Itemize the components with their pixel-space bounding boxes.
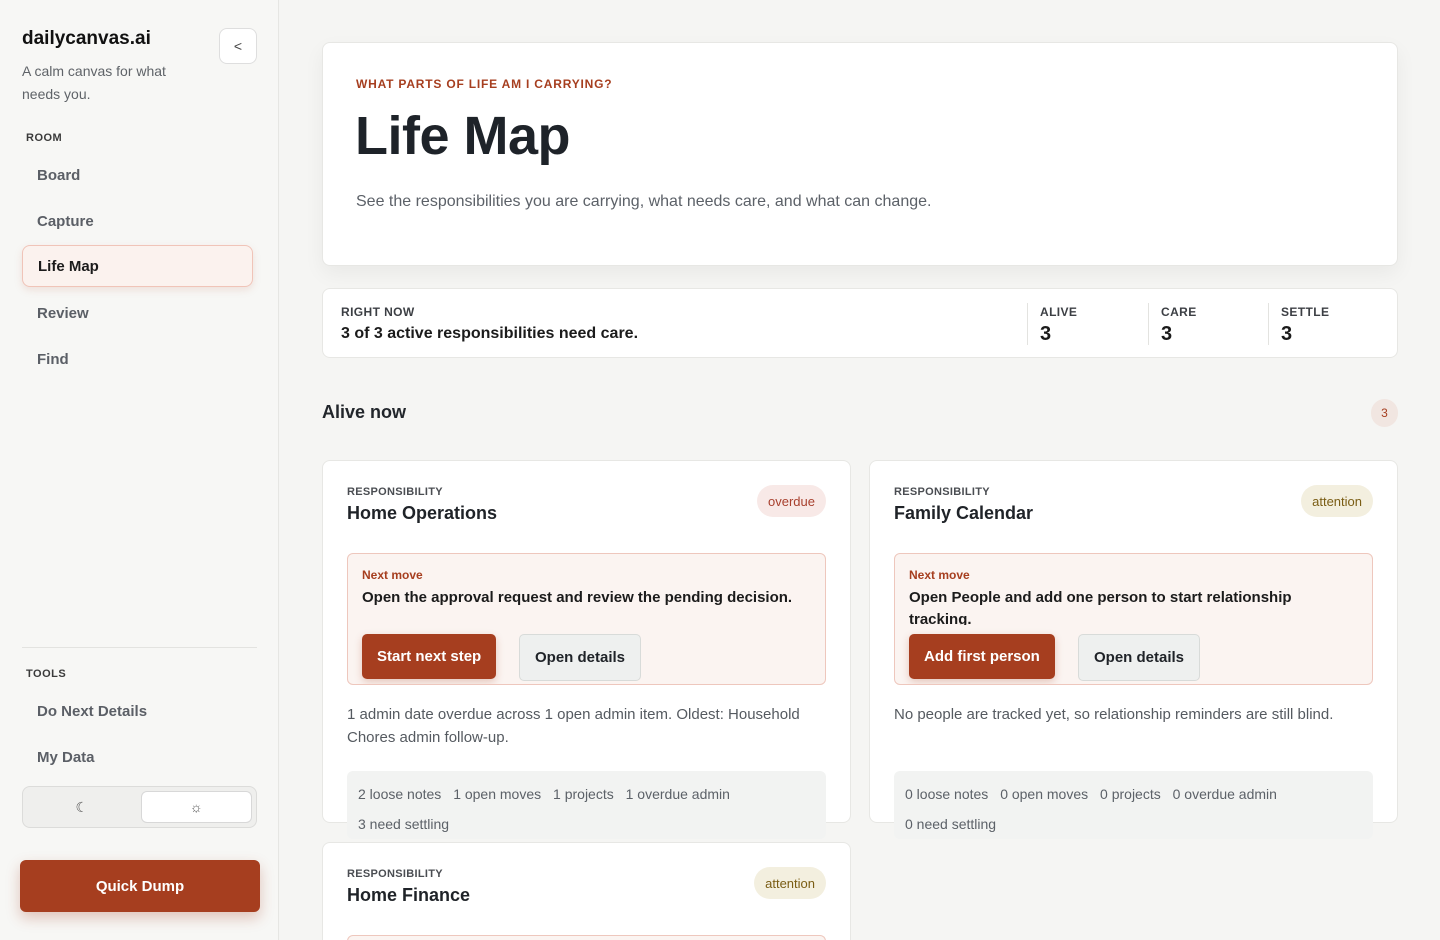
card-description: 1 admin date overdue across 1 open admin… [347,706,800,746]
card-kicker: RESPONSIBILITY [347,868,443,880]
section-title: Alive now [322,402,407,422]
nav-item-do-next-details[interactable]: Do Next Details [22,690,253,732]
tally-item: 3 need settling [358,816,450,832]
theme-toggle: ☾ ☼ [22,786,257,828]
light-mode-sun-icon[interactable]: ☼ [140,791,252,823]
stat-value: 3 [1040,323,1052,345]
page-subtitle: See the responsibilities you are carryin… [356,193,932,210]
card-tally: 2 loose notes 1 open moves 1 projects 1 … [347,771,826,839]
nav-item-board[interactable]: Board [22,154,253,196]
tally-item: 0 overdue admin [1172,786,1277,802]
status-text: 3 of 3 active responsibilities need care… [341,325,639,342]
status-label: RIGHT NOW [341,305,415,319]
stat-alive: ALIVE 3 [1027,303,1145,345]
responsibility-card-home-finance[interactable]: RESPONSIBILITY Home Finance attention [322,842,851,940]
add-first-person-button[interactable]: Add first person [909,634,1055,679]
card-description: No people are tracked yet, so relationsh… [894,706,1334,723]
stat-label: SETTLE [1281,305,1330,319]
brand-tagline: A calm canvas for what needs you. [22,63,166,102]
status-summary: RIGHT NOW 3 of 3 active responsibilities… [322,288,1398,358]
nav-item-find[interactable]: Find [22,338,253,380]
stat-label: CARE [1161,305,1197,319]
nav-item-my-data[interactable]: My Data [22,736,253,778]
next-move-box [347,935,826,940]
section-count-badge: 3 [1371,399,1398,427]
next-move-label: Next move [909,568,970,582]
next-move-text: Open People and add one person to start … [909,589,1292,625]
start-next-step-button[interactable]: Start next step [362,634,497,679]
stat-settle: SETTLE 3 [1268,303,1386,345]
status-badge: overdue [757,485,826,517]
tools-section-label: TOOLS [26,668,67,680]
card-tally: 0 loose notes 0 open moves 0 projects 0 … [894,771,1373,839]
tally-item: 1 projects [553,786,614,802]
tally-item: 2 loose notes [358,786,442,802]
status-badge: attention [754,867,826,899]
card-title: Home Operations [347,503,498,523]
nav-item-review[interactable]: Review [22,292,253,334]
stat-care: CARE 3 [1148,303,1266,345]
quick-dump-button[interactable]: Quick Dump [20,860,260,912]
next-move-label: Next move [362,568,423,582]
collapse-sidebar-button[interactable]: < [219,28,257,64]
card-kicker: RESPONSIBILITY [894,486,990,498]
responsibility-card-home-operations[interactable]: RESPONSIBILITY Home Operations overdue N… [322,460,851,839]
nav-item-capture[interactable]: Capture [22,200,253,242]
life-map-hero: WHAT PARTS OF LIFE AM I CARRYING? Life M… [322,42,1398,266]
sidebar: dailycanvas.ai A calm canvas for what ne… [0,0,279,940]
brand-logo[interactable]: dailycanvas.ai [22,28,151,50]
page-title: Life Map [355,106,571,166]
card-title: Home Finance [347,885,471,905]
tally-item: 0 projects [1100,786,1161,802]
stat-value: 3 [1281,323,1293,345]
open-details-button[interactable]: Open details [519,634,642,681]
card-kicker: RESPONSIBILITY [347,486,443,498]
hero-eyebrow: WHAT PARTS OF LIFE AM I CARRYING? [356,77,613,91]
sidebar-divider [22,647,257,648]
stat-label: ALIVE [1040,305,1078,319]
tally-item: 0 loose notes [905,786,989,802]
tally-item: 0 need settling [905,816,997,832]
responsibility-card-family-calendar[interactable]: RESPONSIBILITY Family Calendar attention… [869,460,1398,839]
dark-mode-moon-icon[interactable]: ☾ [27,791,137,823]
card-title: Family Calendar [894,503,1034,523]
open-details-button[interactable]: Open details [1078,634,1201,681]
tally-item: 1 overdue admin [625,786,730,802]
room-section-label: ROOM [26,132,63,144]
tally-item: 1 open moves [453,786,542,802]
next-move-box: Next move Open the approval request and … [347,553,826,685]
nav-item-life-map[interactable]: Life Map [22,245,253,287]
next-move-box: Next move Open People and add one person… [894,553,1373,685]
stat-value: 3 [1161,323,1173,345]
next-move-text: Open the approval request and review the… [362,589,793,606]
status-badge: attention [1301,485,1373,517]
tally-item: 0 open moves [1000,786,1089,802]
